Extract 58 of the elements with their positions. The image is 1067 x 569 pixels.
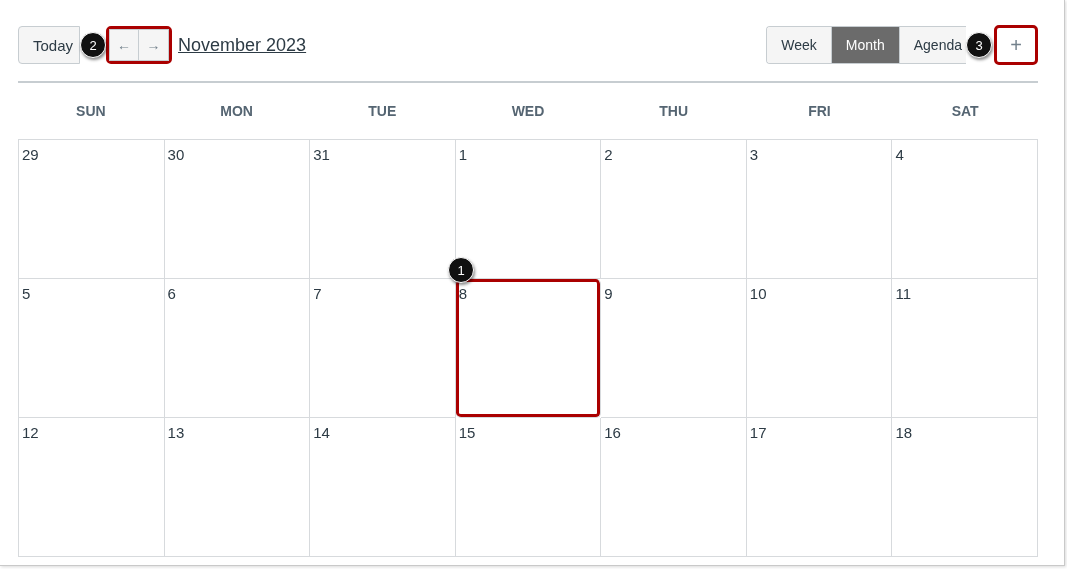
weekday-label: TUE xyxy=(367,102,398,121)
day-number: 15 xyxy=(458,424,476,441)
day-cell[interactable]: 16 xyxy=(601,418,747,557)
day-number: 2 xyxy=(604,146,613,163)
day-number: 18 xyxy=(895,424,913,441)
day-cell[interactable]: 5 xyxy=(19,279,165,418)
day-number: 5 xyxy=(22,285,31,302)
callout-badge: 3 xyxy=(966,32,992,58)
day-number: 7 xyxy=(313,285,322,302)
day-cell[interactable]: 9 xyxy=(601,279,747,418)
weekday-label: WED xyxy=(510,102,546,121)
day-cell[interactable]: 29 xyxy=(19,140,165,279)
previous-button[interactable]: ← xyxy=(109,29,140,61)
day-cell[interactable]: 6 xyxy=(164,279,311,418)
day-number: 14 xyxy=(313,424,330,441)
weekday-label: FRI xyxy=(807,102,832,121)
day-number: 13 xyxy=(167,424,185,441)
callout-badge: 2 xyxy=(80,32,107,58)
add-button[interactable]: + xyxy=(994,25,1038,65)
weekday-label: SAT xyxy=(950,102,980,121)
day-cell[interactable]: 10 xyxy=(746,279,893,418)
day-number: 10 xyxy=(749,285,767,302)
day-cell[interactable]: 14 xyxy=(310,418,456,557)
day-cell[interactable]: 15 xyxy=(455,418,602,557)
day-number: 17 xyxy=(749,424,767,441)
day-cell[interactable]: 12 xyxy=(19,418,165,557)
view-tab[interactable]: Week xyxy=(767,27,831,63)
day-number: 8 xyxy=(458,285,468,302)
day-number: 3 xyxy=(749,146,759,163)
day-cell[interactable]: 8 xyxy=(455,279,602,418)
day-cell[interactable]: 2 xyxy=(601,140,747,279)
day-number: 30 xyxy=(167,146,185,163)
day-cell[interactable]: 17 xyxy=(746,418,893,557)
weekday-label: SUN xyxy=(75,102,107,121)
day-cell[interactable]: 13 xyxy=(164,418,311,557)
day-number: 31 xyxy=(313,146,330,163)
weekday-label: THU xyxy=(658,102,690,121)
today-button[interactable]: Today xyxy=(18,26,81,64)
next-button[interactable]: → xyxy=(139,29,170,61)
view-tab[interactable]: Agenda xyxy=(898,27,966,63)
weekday-label: MON xyxy=(219,102,254,121)
day-cell[interactable]: 11 xyxy=(892,279,1038,418)
day-number: 6 xyxy=(167,285,176,302)
day-number: 9 xyxy=(604,285,613,302)
day-number: 1 xyxy=(458,146,468,163)
day-number: 4 xyxy=(895,146,904,163)
month-title[interactable]: November 2023 xyxy=(178,34,307,56)
day-number: 11 xyxy=(895,285,911,302)
day-cell[interactable]: 3 xyxy=(746,140,893,279)
day-cell[interactable]: 4 xyxy=(892,140,1038,279)
day-cell[interactable]: 7 xyxy=(310,279,456,418)
callout-badge: 1 xyxy=(448,257,475,283)
day-cell[interactable]: 30 xyxy=(164,140,311,279)
day-number: 29 xyxy=(22,146,39,163)
day-number: 16 xyxy=(604,424,621,441)
day-cell[interactable]: 18 xyxy=(892,418,1038,557)
day-number: 12 xyxy=(22,424,39,441)
view-tab[interactable]: Month xyxy=(830,27,899,63)
